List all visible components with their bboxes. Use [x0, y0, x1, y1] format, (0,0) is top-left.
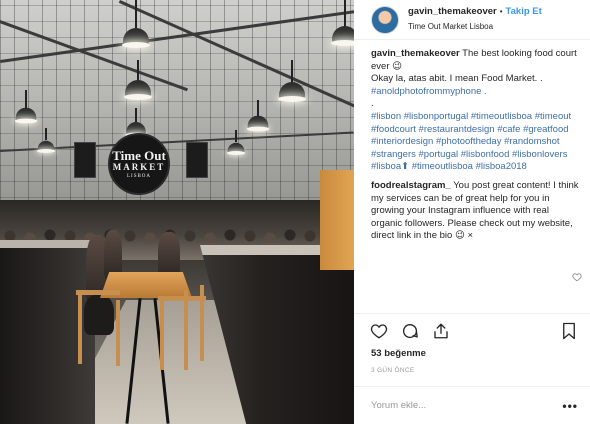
caption-line: Okay la, atas abit. I mean Food Market. … [371, 73, 543, 85]
bookmark-icon[interactable] [560, 322, 578, 340]
instagram-post-view: Time Out MARKET LISBOA gavin_themakeover [0, 0, 590, 424]
stool-leg [160, 300, 164, 370]
sign-line-2: MARKET [112, 161, 166, 172]
comment-username[interactable]: gavin_themakeover [371, 48, 460, 59]
stool-seat [76, 290, 120, 295]
caption-comment: gavin_themakeover The best looking food … [371, 48, 580, 174]
hashtag-link[interactable]: #anoldphotofrommyphone . [371, 86, 580, 99]
avatar[interactable] [371, 5, 399, 34]
location-link[interactable]: Time Out Market Lisboa [408, 21, 542, 33]
comments-list: gavin_themakeover The best looking food … [354, 40, 590, 313]
hanging-banner [74, 142, 96, 178]
comment-username[interactable]: foodrealstagram_ [371, 180, 451, 191]
sign-line-1: Time Out [112, 147, 166, 163]
share-icon[interactable] [431, 321, 451, 341]
more-options-icon[interactable]: ••• [562, 399, 578, 413]
separator-dot: • [499, 7, 503, 16]
time-out-market-sign: Time Out MARKET LISBOA [108, 133, 170, 195]
sign-line-3: LISBOA [126, 173, 152, 179]
comment-bubble-icon[interactable] [400, 321, 420, 341]
stool-leg [184, 290, 188, 370]
stool-leg [116, 300, 120, 366]
comment-like-heart-icon[interactable] [572, 272, 582, 282]
hashtag-list[interactable]: #lisbon #lisbonportugal #timeoutlisboa #… [371, 111, 580, 174]
action-bar [354, 313, 590, 347]
jacket-on-stool [84, 295, 114, 335]
post-header: gavin_themakeover • Takip Et Time Out Ma… [354, 0, 590, 40]
stool-leg [78, 292, 82, 364]
username-link[interactable]: gavin_themakeover [408, 6, 497, 18]
heart-icon[interactable] [369, 321, 389, 341]
caption-line: . [371, 98, 374, 110]
seated-person [158, 232, 180, 278]
post-timestamp: 3 GÜN ÖNCE [371, 367, 415, 374]
add-comment-bar: ••• [354, 386, 590, 424]
header-text: gavin_themakeover • Takip Et Time Out Ma… [408, 6, 542, 33]
post-side-panel: gavin_themakeover • Takip Et Time Out Ma… [354, 0, 590, 424]
likes-count[interactable]: 53 beğenme [354, 347, 590, 361]
stool-seat [158, 296, 206, 301]
wood-panel [320, 170, 354, 270]
hanging-banner [186, 142, 208, 178]
add-comment-input[interactable] [371, 400, 531, 411]
follow-button[interactable]: Takip Et [506, 6, 542, 18]
post-photo[interactable]: Time Out MARKET LISBOA [0, 0, 354, 424]
user-comment: foodrealstagram_ You post great content!… [371, 180, 580, 243]
